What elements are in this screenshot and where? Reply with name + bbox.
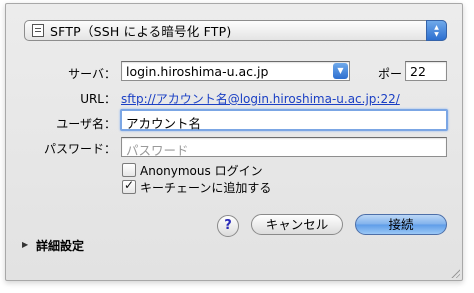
disclosure-triangle-icon[interactable]: ▶ (22, 240, 28, 249)
protocol-popup[interactable]: SFTP（SSH による暗号化 FTP) ▲ ▼ (24, 20, 447, 41)
resize-grip[interactable] (450, 268, 460, 278)
username-value: アカウント名 (126, 116, 202, 131)
cancel-button[interactable]: キャンセル (251, 214, 343, 235)
help-button[interactable]: ? (217, 215, 239, 237)
advanced-settings-label[interactable]: 詳細設定 (36, 237, 84, 254)
username-field[interactable]: アカウント名 (120, 109, 448, 131)
protocol-label: SFTP（SSH による暗号化 FTP) (50, 24, 232, 39)
username-label: ユーザ名： (56, 117, 116, 131)
password-placeholder: パスワード (126, 143, 189, 158)
password-label: パスワード： (43, 142, 116, 156)
keychain-checkbox[interactable] (122, 178, 136, 194)
connect-button[interactable]: 接続 (355, 214, 447, 235)
server-value: login.hiroshima-u.ac.jp (126, 64, 269, 79)
keychain-label: キーチェーンに追加する (140, 181, 272, 195)
file-icon (32, 24, 44, 37)
anonymous-label: Anonymous ログイン (140, 164, 263, 178)
password-field[interactable]: パスワード (121, 137, 447, 158)
port-label: ポー (377, 67, 402, 81)
chevron-down-icon[interactable]: ▼ (333, 63, 348, 79)
url-label: URL： (80, 92, 116, 106)
popup-stepper-icon: ▲ ▼ (426, 20, 447, 41)
server-combobox[interactable]: login.hiroshima-u.ac.jp ▼ (121, 61, 350, 81)
anonymous-checkbox[interactable] (122, 163, 136, 177)
port-field[interactable]: 22 (405, 61, 447, 81)
server-label: サーバ： (68, 67, 116, 81)
port-value: 22 (410, 64, 426, 79)
url-link[interactable]: sftp://アカウント名@login.hiroshima-u.ac.jp:22… (121, 90, 400, 107)
